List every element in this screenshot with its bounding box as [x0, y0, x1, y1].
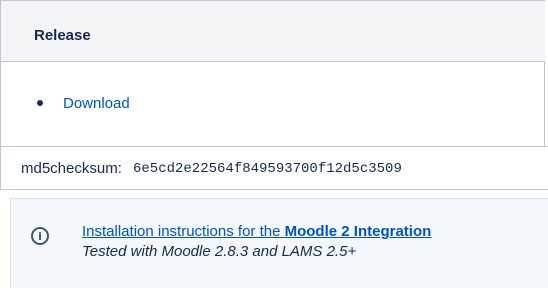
list-bullet [37, 100, 43, 106]
info-icon: i [31, 227, 49, 245]
installation-link-bold: Moodle 2 Integration [284, 223, 432, 240]
checksum-value: 6e5cd2e22564f849593700f12d5c3509 [133, 161, 402, 177]
release-heading: Release [34, 27, 91, 44]
release-table-header: Release [0, 0, 545, 62]
installation-link-prefix: Installation instructions for the [82, 223, 285, 240]
installation-instructions-link[interactable]: Installation instructions for the Moodle… [82, 223, 431, 240]
tested-with-note: Tested with Moodle 2.8.3 and LAMS 2.5+ [82, 243, 357, 260]
download-link[interactable]: Download [63, 95, 130, 112]
checksum-label: md5checksum: [21, 160, 122, 177]
